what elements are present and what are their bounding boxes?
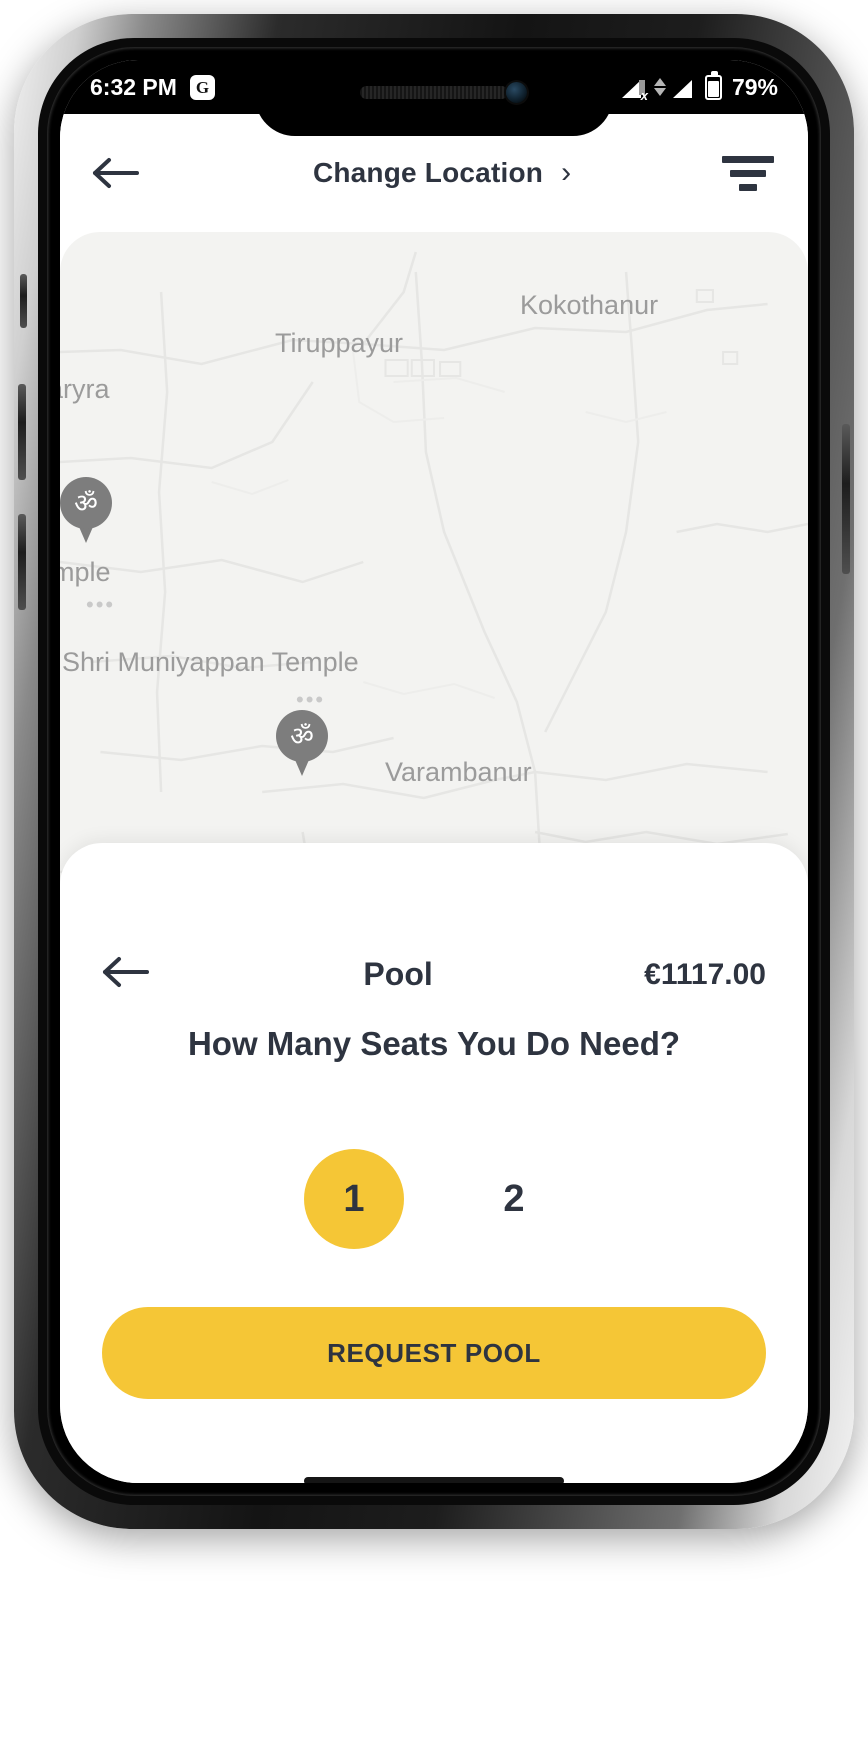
status-bar-left: 6:32 PM G xyxy=(90,74,215,101)
map-label: mple xyxy=(60,557,111,587)
power-button[interactable] xyxy=(842,424,850,574)
phone-frame: 6:32 PM G x 79% Change Location › Tirupp… xyxy=(14,14,854,1529)
map-label: aryra xyxy=(60,374,110,404)
seat-option-2[interactable]: 2 xyxy=(464,1149,564,1249)
data-updown-icon xyxy=(653,78,666,96)
om-icon: ॐ xyxy=(60,477,112,529)
screenshot-stage: 6:32 PM G x 79% Change Location › Tirupp… xyxy=(0,0,868,1743)
status-time: 6:32 PM xyxy=(90,73,177,100)
nav-title: Change Location xyxy=(312,157,544,188)
nav-back-button[interactable] xyxy=(92,156,152,190)
status-bar-right: x 79% xyxy=(621,70,778,102)
arrow-left-icon xyxy=(93,158,139,188)
arrow-left-icon xyxy=(103,957,149,987)
map-label: Kokothanur xyxy=(520,290,659,320)
map-label: Shri Muniyappan Temple xyxy=(62,647,359,677)
temple-pin[interactable]: ॐ xyxy=(276,710,328,776)
seats-question: How Many Seats You Do Need? xyxy=(187,1025,681,1062)
map-dot-cluster: ••• xyxy=(86,592,116,617)
sheet-header: Pool €1117.00 xyxy=(102,955,766,994)
front-camera xyxy=(506,82,527,103)
filter-icon[interactable] xyxy=(720,155,776,191)
ride-type-title: Pool xyxy=(363,956,433,992)
google-icon: G xyxy=(189,74,215,100)
booking-sheet: Pool €1117.00 How Many Seats You Do Need… xyxy=(60,843,808,1483)
om-icon: ॐ xyxy=(276,710,328,762)
map-label: Tiruppayur xyxy=(275,328,404,358)
change-location-button[interactable]: Change Location › xyxy=(158,157,726,189)
seat-selector: 1 2 xyxy=(60,1149,808,1249)
volume-down-button[interactable] xyxy=(18,514,26,610)
request-pool-button[interactable]: REQUEST POOL xyxy=(102,1307,766,1399)
battery-icon xyxy=(704,70,722,100)
ride-price: €1117.00 xyxy=(644,957,766,991)
signal-icon xyxy=(672,77,698,98)
map-label: Varambanur xyxy=(385,757,532,787)
phone-screen: 6:32 PM G x 79% Change Location › Tirupp… xyxy=(60,60,808,1483)
phone-midframe: 6:32 PM G x 79% Change Location › Tirupp… xyxy=(38,38,830,1505)
silent-switch[interactable] xyxy=(20,274,27,328)
notch xyxy=(255,60,613,136)
chevron-right-icon: › xyxy=(561,156,572,189)
temple-pin[interactable]: ॐ xyxy=(60,477,112,543)
home-indicator xyxy=(304,1477,564,1483)
phone-bezel: 6:32 PM G x 79% Change Location › Tirupp… xyxy=(47,47,821,1496)
battery-percent: 79% xyxy=(731,73,778,100)
earpiece-speaker xyxy=(360,86,508,99)
seat-option-1[interactable]: 1 xyxy=(304,1149,404,1249)
signal-no-sim-icon: x xyxy=(621,77,648,102)
volume-up-button[interactable] xyxy=(18,384,26,480)
